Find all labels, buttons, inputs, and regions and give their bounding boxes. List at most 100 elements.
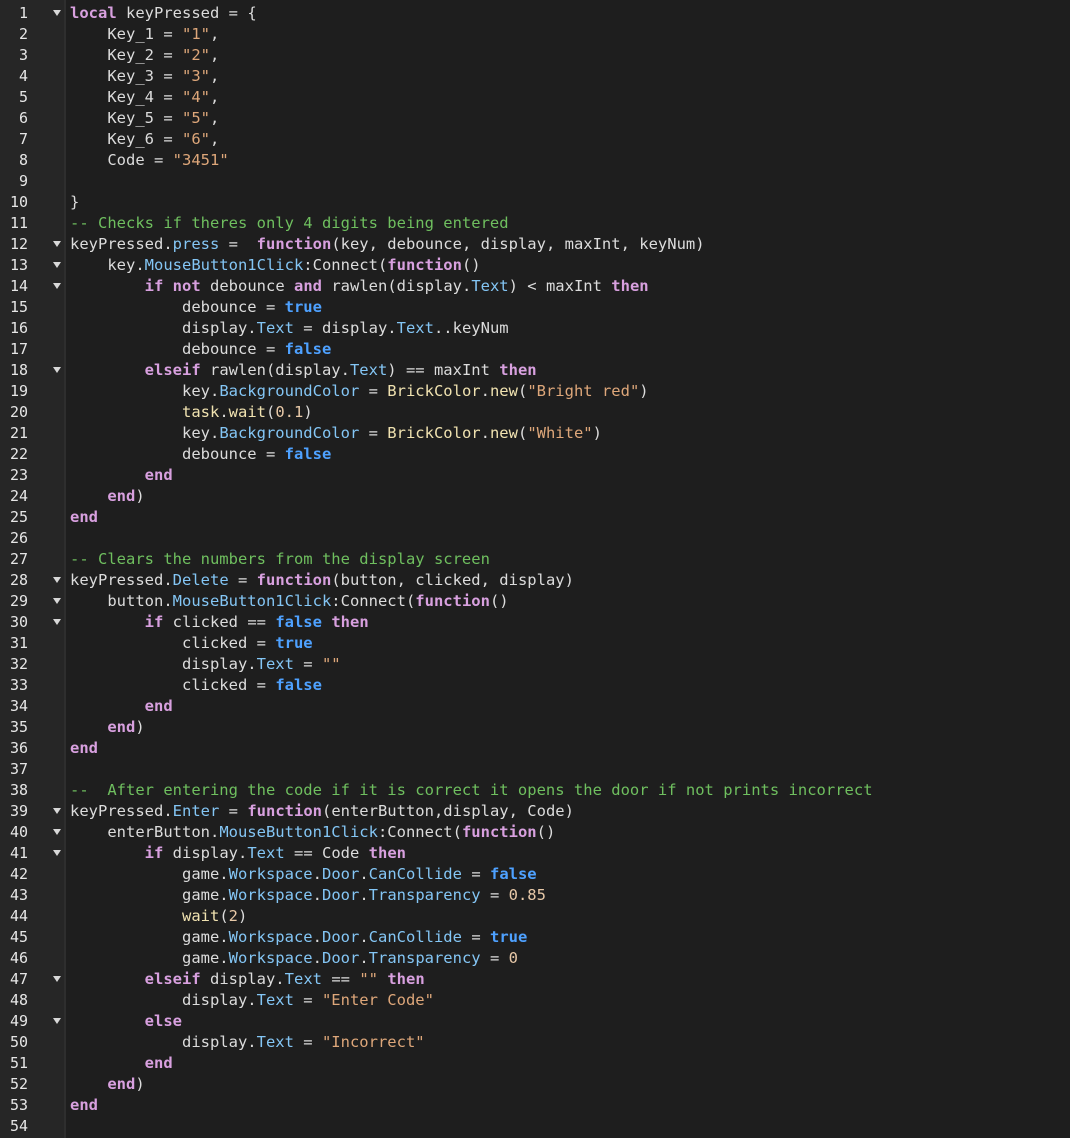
code-token: == bbox=[321, 970, 360, 988]
code-line[interactable]: 8 Code = "3451" bbox=[0, 150, 1070, 171]
code-line[interactable]: 48 display.Text = "Enter Code" bbox=[0, 990, 1070, 1011]
code-line[interactable]: 29 button.MouseButton1Click:Connect(func… bbox=[0, 591, 1070, 612]
code-line[interactable]: 34 end bbox=[0, 696, 1070, 717]
chevron-down-icon[interactable] bbox=[53, 367, 61, 373]
code-token: Text bbox=[256, 319, 294, 337]
code-line[interactable]: 25 end bbox=[0, 507, 1070, 528]
code-token: new bbox=[489, 424, 518, 442]
code-token: ..keyNum bbox=[433, 319, 509, 337]
chevron-down-icon[interactable] bbox=[53, 598, 61, 604]
chevron-down-icon[interactable] bbox=[53, 619, 61, 625]
code-line[interactable]: 30 if clicked == false then bbox=[0, 612, 1070, 633]
code-line[interactable]: 11 -- Checks if theres only 4 digits bein… bbox=[0, 213, 1070, 234]
code-line[interactable]: 16 display.Text = display.Text..keyNum bbox=[0, 318, 1070, 339]
code-token: else bbox=[144, 1012, 182, 1030]
code-line[interactable]: 38 -- After entering the code if it is co… bbox=[0, 780, 1070, 801]
code-line[interactable]: 40 enterButton.MouseButton1Click:Connect… bbox=[0, 822, 1070, 843]
chevron-down-icon[interactable] bbox=[53, 10, 61, 16]
code-editor[interactable]: 1 local keyPressed = {2 Key_1 = "1", 3 Key… bbox=[0, 0, 1070, 1138]
code-line[interactable]: 26 bbox=[0, 528, 1070, 549]
code-line[interactable]: 14 if not debounce and rawlen(display.Te… bbox=[0, 276, 1070, 297]
code-line[interactable]: 3 Key_2 = "2", bbox=[0, 45, 1070, 66]
code-token: ) bbox=[135, 1075, 145, 1093]
chevron-down-icon[interactable] bbox=[53, 829, 61, 835]
code-line[interactable]: 21 key.BackgroundColor = BrickColor.new(… bbox=[0, 423, 1070, 444]
code-token: Door bbox=[321, 886, 360, 904]
code-line[interactable]: 27 -- Clears the numbers from the display… bbox=[0, 549, 1070, 570]
code-line[interactable]: 15 debounce = true bbox=[0, 297, 1070, 318]
code-line[interactable]: 22 debounce = false bbox=[0, 444, 1070, 465]
code-line[interactable]: 4 Key_3 = "3", bbox=[0, 66, 1070, 87]
chevron-down-icon[interactable] bbox=[53, 850, 61, 856]
code-line[interactable]: 1 local keyPressed = { bbox=[0, 3, 1070, 24]
line-number: 17 bbox=[9, 340, 28, 358]
code-token: wait bbox=[228, 403, 266, 421]
code-line[interactable]: 23 end bbox=[0, 465, 1070, 486]
code-line[interactable]: 45 game.Workspace.Door.CanCollide = true bbox=[0, 927, 1070, 948]
code-line[interactable]: 24 end) bbox=[0, 486, 1070, 507]
chevron-down-icon[interactable] bbox=[53, 241, 61, 247]
code-token: () bbox=[489, 592, 509, 610]
code-line[interactable]: 10} bbox=[0, 192, 1070, 213]
chevron-down-icon[interactable] bbox=[53, 262, 61, 268]
code-line[interactable]: 28 keyPressed.Delete = function(button, c… bbox=[0, 570, 1070, 591]
chevron-down-icon[interactable] bbox=[53, 976, 61, 982]
code-token: :Connect( bbox=[303, 256, 388, 274]
code-token: ) bbox=[238, 907, 248, 925]
code-line[interactable]: 41 if display.Text == Code then bbox=[0, 843, 1070, 864]
code-line[interactable]: 43 game.Workspace.Door.Transparency = 0.… bbox=[0, 885, 1070, 906]
code-token: . bbox=[480, 382, 490, 400]
line-number: 27 bbox=[9, 550, 28, 568]
code-line[interactable]: 46 game.Workspace.Door.Transparency = 0 bbox=[0, 948, 1070, 969]
code-line[interactable]: 52 end) bbox=[0, 1074, 1070, 1095]
code-line[interactable]: 7 Key_6 = "6", bbox=[0, 129, 1070, 150]
code-token: Text bbox=[284, 970, 322, 988]
code-line[interactable]: 18 elseif rawlen(display.Text) == maxInt… bbox=[0, 360, 1070, 381]
code-line[interactable]: 35 end) bbox=[0, 717, 1070, 738]
code-token: = bbox=[461, 865, 490, 883]
code-line[interactable]: 6 Key_5 = "5", bbox=[0, 108, 1070, 129]
code-line[interactable]: 37 bbox=[0, 759, 1070, 780]
code-line[interactable]: 20 task.wait(0.1) bbox=[0, 402, 1070, 423]
code-token: = bbox=[293, 991, 322, 1009]
code-line[interactable]: 54 bbox=[0, 1116, 1070, 1137]
code-token: CanCollide bbox=[368, 928, 462, 946]
code-token: end bbox=[107, 1075, 136, 1093]
code-line[interactable]: 2 Key_1 = "1", bbox=[0, 24, 1070, 45]
code-line[interactable]: 53 end bbox=[0, 1095, 1070, 1116]
code-line[interactable]: 9 bbox=[0, 171, 1070, 192]
line-number: 49 bbox=[9, 1012, 28, 1030]
code-line[interactable]: 42 game.Workspace.Door.CanCollide = fals… bbox=[0, 864, 1070, 885]
code-token: function bbox=[461, 823, 537, 841]
code-line[interactable]: 44 wait(2) bbox=[0, 906, 1070, 927]
code-line[interactable]: 31 clicked = true bbox=[0, 633, 1070, 654]
code-line[interactable]: 39 keyPressed.Enter = function(enterButto… bbox=[0, 801, 1070, 822]
code-line[interactable]: 51 end bbox=[0, 1053, 1070, 1074]
code-line[interactable]: 47 elseif display.Text == "" then bbox=[0, 969, 1070, 990]
code-line[interactable]: 5 Key_4 = "4", bbox=[0, 87, 1070, 108]
code-line[interactable]: 13 key.MouseButton1Click:Connect(functio… bbox=[0, 255, 1070, 276]
code-line[interactable]: 32 display.Text = "" bbox=[0, 654, 1070, 675]
code-token: -- Checks if theres only 4 digits being … bbox=[70, 214, 509, 232]
code-line[interactable]: 17 debounce = false bbox=[0, 339, 1070, 360]
code-line[interactable]: 49 else bbox=[0, 1011, 1070, 1032]
code-token: display. bbox=[70, 655, 257, 673]
line-number: 54 bbox=[9, 1117, 28, 1135]
code-line[interactable]: 36 end bbox=[0, 738, 1070, 759]
chevron-down-icon[interactable] bbox=[53, 808, 61, 814]
code-line[interactable]: 12 keyPressed.press = function(key, debou… bbox=[0, 234, 1070, 255]
chevron-down-icon[interactable] bbox=[53, 577, 61, 583]
code-token: . bbox=[359, 865, 369, 883]
chevron-down-icon[interactable] bbox=[53, 283, 61, 289]
chevron-down-icon[interactable] bbox=[53, 1018, 61, 1024]
code-token: key. bbox=[70, 424, 220, 442]
code-token: CanCollide bbox=[368, 865, 462, 883]
code-line[interactable]: 33 clicked = false bbox=[0, 675, 1070, 696]
code-line[interactable]: 50 display.Text = "Incorrect" bbox=[0, 1032, 1070, 1053]
line-number: 44 bbox=[9, 907, 28, 925]
code-line[interactable]: 19 key.BackgroundColor = BrickColor.new(… bbox=[0, 381, 1070, 402]
code-token: Key_4 = bbox=[70, 88, 182, 106]
code-token: elseif bbox=[144, 970, 201, 988]
